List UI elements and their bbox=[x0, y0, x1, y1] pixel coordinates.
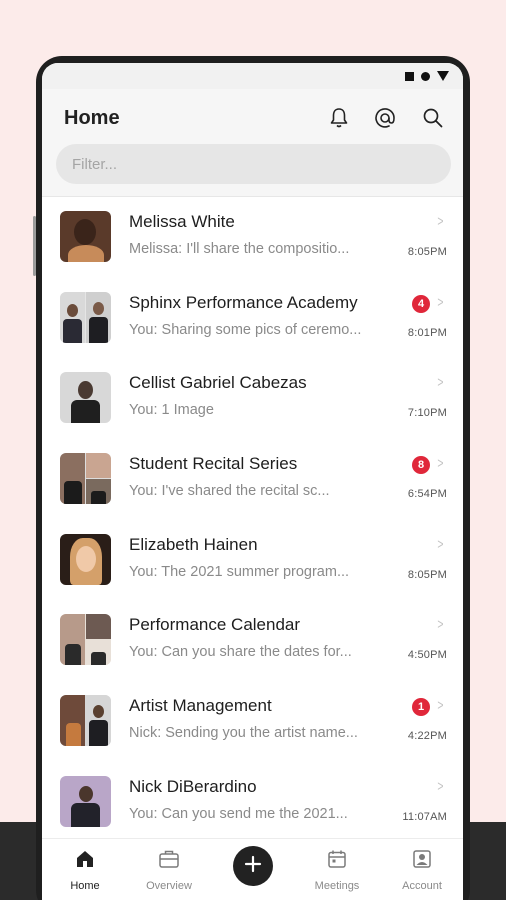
conversation-preview: You: Can you send me the 2021... bbox=[129, 805, 348, 822]
conversation-name: Student Recital Series bbox=[129, 454, 298, 474]
status-bar bbox=[42, 63, 463, 89]
add-button[interactable] bbox=[233, 846, 273, 886]
tab-home[interactable]: Home bbox=[50, 849, 120, 892]
briefcase-icon bbox=[158, 849, 180, 874]
conversation-preview: You: Sharing some pics of ceremo... bbox=[129, 321, 362, 338]
status-signal-icon bbox=[437, 71, 449, 81]
chevron-right-icon: > bbox=[437, 535, 444, 553]
chevron-right-icon: > bbox=[437, 697, 444, 715]
conversation-time: 8:01PM bbox=[407, 326, 447, 339]
plus-icon bbox=[243, 854, 263, 879]
search-icon[interactable] bbox=[420, 105, 446, 131]
conversation-row[interactable]: Melissa White Melissa: I'll share the co… bbox=[42, 198, 463, 279]
conversation-preview: You: The 2021 summer program... bbox=[129, 563, 350, 580]
conversation-row[interactable]: Elizabeth Hainen You: The 2021 summer pr… bbox=[42, 521, 463, 602]
tab-label: Account bbox=[402, 880, 442, 892]
conversation-row[interactable]: Student Recital Series You: I've shared … bbox=[42, 440, 463, 521]
conversation-name: Sphinx Performance Academy bbox=[129, 292, 358, 312]
conversation-time: 7:10PM bbox=[407, 407, 447, 420]
conversation-list: Melissa White Melissa: I'll share the co… bbox=[42, 198, 463, 844]
chevron-right-icon: > bbox=[437, 374, 444, 392]
conversation-preview: You: Can you share the dates for... bbox=[129, 644, 352, 661]
conversation-preview: You: I've shared the recital sc... bbox=[129, 483, 330, 500]
tab-label: Overview bbox=[146, 880, 192, 892]
conversation-preview: Nick: Sending you the artist name... bbox=[129, 725, 358, 742]
conversation-name: Elizabeth Hainen bbox=[129, 534, 258, 554]
conversation-name: Cellist Gabriel Cabezas bbox=[129, 373, 307, 393]
app-header: Home bbox=[42, 89, 463, 197]
app-screen: Home Melissa bbox=[42, 63, 463, 900]
conversation-row[interactable]: Nick DiBerardino You: Can you send me th… bbox=[42, 763, 463, 844]
avatar bbox=[60, 372, 111, 424]
conversation-row[interactable]: Sphinx Performance Academy You: Sharing … bbox=[42, 279, 463, 360]
conversation-name: Performance Calendar bbox=[129, 615, 301, 635]
avatar bbox=[60, 453, 111, 505]
bell-icon[interactable] bbox=[326, 105, 352, 131]
tab-account[interactable]: Account bbox=[387, 849, 457, 892]
conversation-time: 6:54PM bbox=[407, 488, 447, 501]
unread-badge: 1 bbox=[412, 698, 430, 717]
avatar bbox=[60, 695, 111, 747]
status-dot-icon bbox=[421, 71, 430, 81]
avatar bbox=[60, 533, 111, 585]
conversation-row[interactable]: Cellist Gabriel Cabezas You: 1 Image > 7… bbox=[42, 359, 463, 440]
tab-meetings[interactable]: Meetings bbox=[302, 849, 372, 892]
status-square-icon bbox=[405, 71, 414, 81]
conversation-time: 4:22PM bbox=[407, 730, 447, 743]
page-title: Home bbox=[64, 107, 120, 129]
avatar bbox=[60, 291, 111, 343]
tab-label: Home bbox=[70, 880, 100, 892]
avatar bbox=[60, 614, 111, 666]
chevron-right-icon: > bbox=[437, 455, 444, 473]
bottom-tab-bar: Home Overview Meetings Account bbox=[42, 838, 463, 900]
chevron-right-icon: > bbox=[437, 777, 444, 795]
chevron-right-icon: > bbox=[437, 616, 444, 634]
avatar bbox=[60, 211, 111, 262]
chevron-right-icon: > bbox=[437, 213, 444, 230]
tab-overview[interactable]: Overview bbox=[134, 849, 204, 892]
conversation-preview: Melissa: I'll share the compositio... bbox=[129, 241, 350, 257]
conversation-time: 4:50PM bbox=[407, 649, 447, 662]
conversation-time: 8:05PM bbox=[407, 568, 447, 581]
conversation-time: 8:05PM bbox=[407, 246, 447, 258]
filter-input[interactable] bbox=[56, 144, 451, 184]
calendar-icon bbox=[327, 849, 347, 874]
conversation-preview: You: 1 Image bbox=[129, 402, 214, 419]
unread-badge: 4 bbox=[412, 294, 430, 313]
tab-label: Meetings bbox=[314, 880, 360, 892]
unread-badge: 8 bbox=[412, 456, 430, 475]
conversation-name: Melissa White bbox=[129, 212, 235, 231]
conversation-name: Nick DiBerardino bbox=[129, 776, 257, 796]
chevron-right-icon: > bbox=[437, 293, 444, 311]
conversation-row[interactable]: Artist Management Nick: Sending you the … bbox=[42, 682, 463, 763]
account-icon bbox=[412, 849, 432, 874]
home-icon bbox=[75, 849, 95, 874]
conversation-row[interactable]: Performance Calendar You: Can you share … bbox=[42, 601, 463, 682]
at-icon[interactable] bbox=[372, 105, 398, 131]
conversation-name: Artist Management bbox=[129, 696, 272, 716]
conversation-time: 11:07AM bbox=[402, 810, 447, 823]
avatar bbox=[60, 775, 111, 827]
